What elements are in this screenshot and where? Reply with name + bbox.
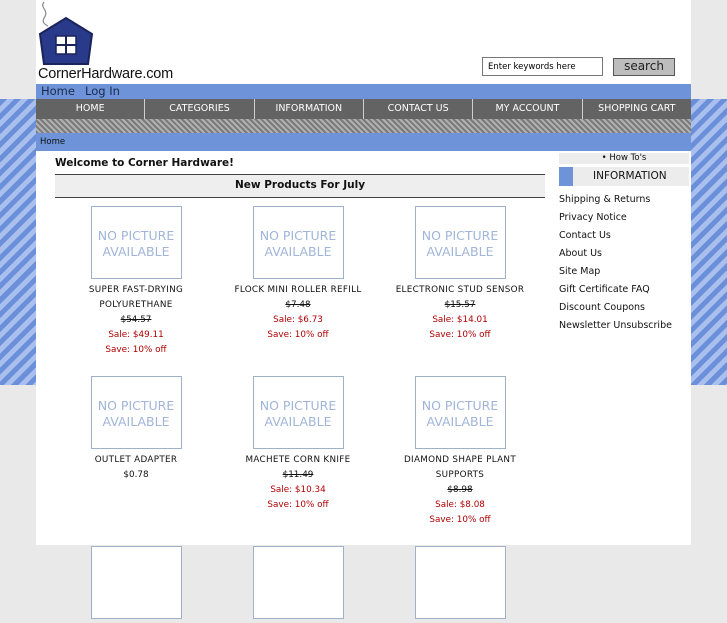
product-grid: NO PICTURE AVAILABLE SUPER FAST-DRYING PO… bbox=[55, 206, 545, 623]
info-link-discount-coupons[interactable]: Discount Coupons bbox=[559, 299, 689, 317]
product-card: NO PICTURE AVAILABLE SUPER FAST-DRYING PO… bbox=[55, 206, 217, 358]
product-sale-price: Sale: $49.11 bbox=[108, 330, 164, 340]
product-save: Save: 10% off bbox=[429, 330, 491, 340]
product-save: Save: 10% off bbox=[429, 515, 491, 525]
search-button[interactable]: search bbox=[613, 58, 675, 76]
product-save: Save: 10% off bbox=[267, 330, 329, 340]
product-name[interactable]: ELECTRONIC STUD SENSOR bbox=[379, 283, 541, 298]
product-card bbox=[55, 546, 217, 623]
product-card: NO PICTURE AVAILABLE OUTLET ADAPTER $0.78 bbox=[55, 376, 217, 528]
no-picture-image[interactable]: NO PICTURE AVAILABLE bbox=[252, 376, 344, 449]
main-nav: HOME CATEGORIES INFORMATION CONTACT US M… bbox=[36, 99, 691, 119]
information-title: INFORMATION bbox=[593, 170, 667, 182]
top-bar: Home Log In bbox=[36, 84, 691, 99]
breadcrumb: Home bbox=[36, 133, 691, 151]
welcome-heading: Welcome to Corner Hardware! bbox=[55, 157, 234, 169]
product-save: Save: 10% off bbox=[105, 345, 167, 355]
no-picture-image[interactable]: NO PICTURE AVAILABLE bbox=[414, 206, 506, 279]
no-picture-image[interactable] bbox=[252, 546, 344, 619]
product-card: NO PICTURE AVAILABLE ELECTRONIC STUD SENS… bbox=[379, 206, 541, 358]
info-link-shipping-returns[interactable]: Shipping & Returns bbox=[559, 191, 689, 209]
info-link-gift-certificate-faq[interactable]: Gift Certificate FAQ bbox=[559, 281, 689, 299]
nav-contact-us[interactable]: CONTACT US bbox=[364, 99, 474, 119]
topbar-home-link[interactable]: Home bbox=[41, 84, 75, 98]
product-sale-price: Sale: $10.34 bbox=[270, 485, 326, 495]
no-picture-image[interactable]: NO PICTURE AVAILABLE bbox=[414, 376, 506, 449]
product-card bbox=[379, 546, 541, 623]
product-old-price: $8.98 bbox=[447, 485, 473, 495]
no-picture-image[interactable]: NO PICTURE AVAILABLE bbox=[252, 206, 344, 279]
info-link-site-map[interactable]: Site Map bbox=[559, 263, 689, 281]
site-name: CornerHardware.com bbox=[38, 66, 173, 82]
howtos-link[interactable]: How To's bbox=[609, 153, 646, 163]
information-links: Shipping & Returns Privacy Notice Contac… bbox=[559, 191, 689, 335]
bullet-icon: • bbox=[601, 153, 607, 163]
no-picture-image[interactable] bbox=[90, 546, 182, 619]
breadcrumb-home-link[interactable]: Home bbox=[40, 137, 65, 147]
new-products-heading: New Products For July bbox=[55, 174, 545, 198]
nav-my-account[interactable]: MY ACCOUNT bbox=[473, 99, 583, 119]
box-header-accent bbox=[559, 167, 573, 186]
house-logo-icon bbox=[38, 1, 94, 65]
site-logo[interactable]: CornerHardware.com bbox=[36, 0, 186, 84]
info-link-privacy-notice[interactable]: Privacy Notice bbox=[559, 209, 689, 227]
page: CornerHardware.com search Home Log In HO… bbox=[36, 0, 691, 619]
product-name[interactable]: SUPER FAST-DRYING POLYURETHANE bbox=[55, 283, 217, 313]
product-card bbox=[217, 546, 379, 623]
no-picture-image[interactable] bbox=[414, 546, 506, 619]
sidebar: • How To's INFORMATION Shipping & Return… bbox=[559, 153, 689, 335]
product-old-price: $11.49 bbox=[282, 470, 314, 480]
product-card: NO PICTURE AVAILABLE FLOCK MINI ROLLER RE… bbox=[217, 206, 379, 358]
nav-home[interactable]: HOME bbox=[36, 99, 146, 119]
information-box-header: INFORMATION bbox=[559, 167, 689, 186]
info-link-about-us[interactable]: About Us bbox=[559, 245, 689, 263]
no-picture-image[interactable]: NO PICTURE AVAILABLE bbox=[90, 376, 182, 449]
no-picture-image[interactable]: NO PICTURE AVAILABLE bbox=[90, 206, 182, 279]
topbar-login-link[interactable]: Log In bbox=[85, 84, 120, 98]
product-sale-price: Sale: $6.73 bbox=[273, 315, 323, 325]
product-name[interactable]: MACHETE CORN KNIFE bbox=[217, 453, 379, 468]
product-price: $0.78 bbox=[123, 470, 149, 480]
hatch-divider bbox=[36, 119, 691, 133]
nav-information[interactable]: INFORMATION bbox=[255, 99, 364, 119]
howtos-item[interactable]: • How To's bbox=[559, 153, 689, 164]
product-sale-price: Sale: $8.08 bbox=[435, 500, 485, 510]
product-old-price: $15.57 bbox=[444, 300, 476, 310]
product-sale-price: Sale: $14.01 bbox=[432, 315, 488, 325]
info-link-newsletter-unsubscribe[interactable]: Newsletter Unsubscribe bbox=[559, 317, 689, 335]
nav-categories[interactable]: CATEGORIES bbox=[145, 99, 255, 119]
product-name[interactable]: OUTLET ADAPTER bbox=[55, 453, 217, 468]
product-card: NO PICTURE AVAILABLE DIAMOND SHAPE PLANT … bbox=[379, 376, 541, 528]
product-save: Save: 10% off bbox=[267, 500, 329, 510]
product-name[interactable]: DIAMOND SHAPE PLANT SUPPORTS bbox=[379, 453, 541, 483]
product-name[interactable]: FLOCK MINI ROLLER REFILL bbox=[217, 283, 379, 298]
info-link-contact-us[interactable]: Contact Us bbox=[559, 227, 689, 245]
search-input[interactable] bbox=[482, 57, 603, 76]
product-old-price: $7.48 bbox=[285, 300, 311, 310]
product-card: NO PICTURE AVAILABLE MACHETE CORN KNIFE $… bbox=[217, 376, 379, 528]
product-old-price: $54.57 bbox=[120, 315, 152, 325]
nav-shopping-cart[interactable]: SHOPPING CART bbox=[583, 99, 691, 119]
